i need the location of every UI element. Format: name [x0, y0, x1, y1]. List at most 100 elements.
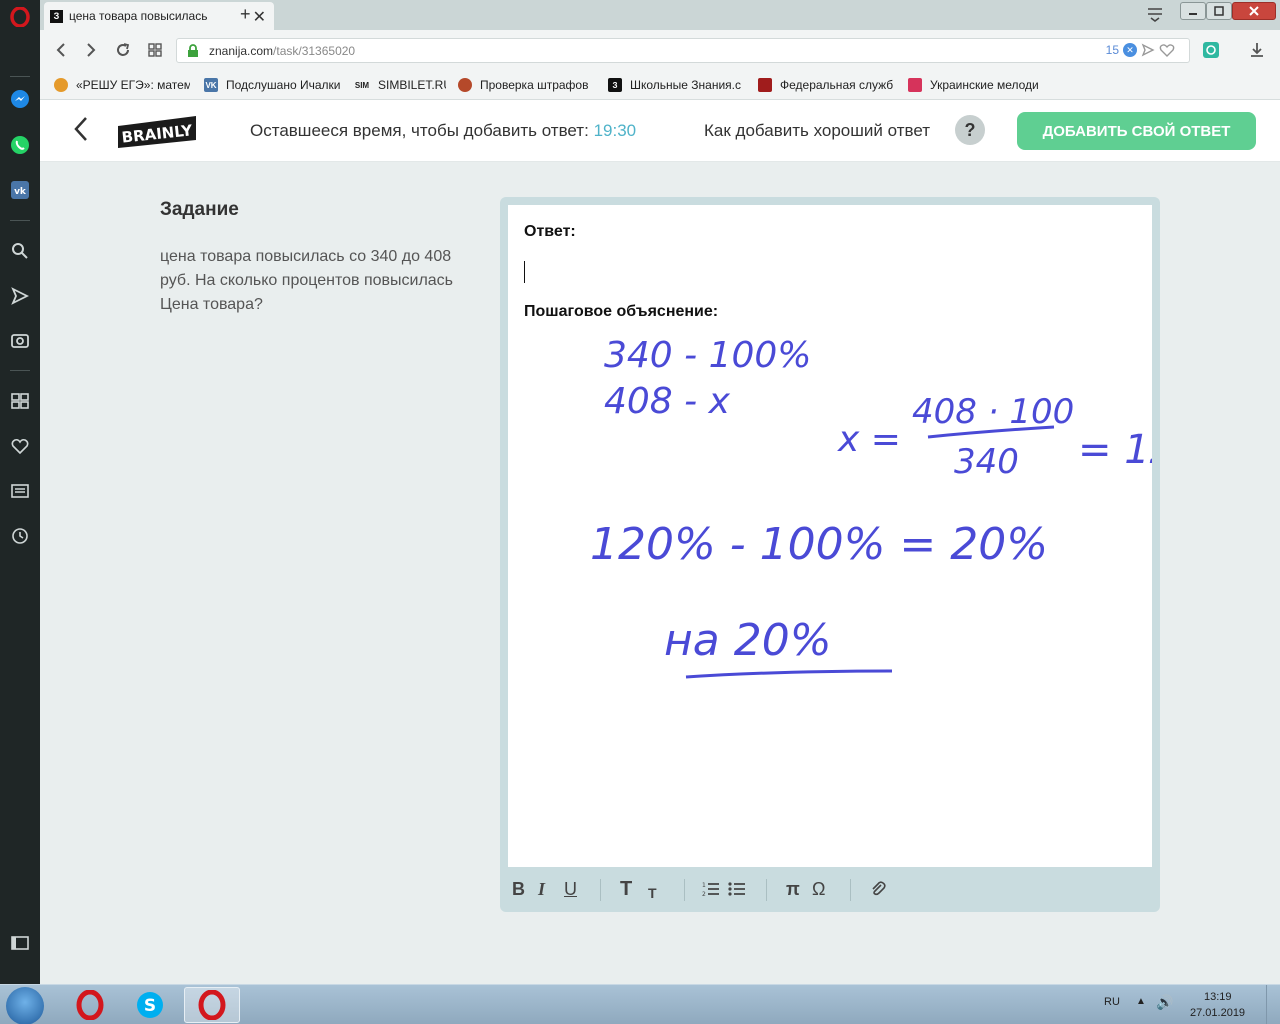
italic-button[interactable]: I [538, 878, 545, 900]
speed-dial-icon[interactable] [9, 390, 31, 412]
skype-taskbar-icon[interactable]: S [122, 987, 178, 1023]
timer-text: Оставшееся время, чтобы добавить ответ: … [250, 121, 636, 141]
clock-date[interactable]: 27.01.2019 [1190, 1007, 1245, 1019]
znanija-bookmark-icon: З [608, 78, 622, 92]
camera-icon[interactable] [9, 329, 31, 351]
bookmark-item[interactable]: З Школьные Знания.c [608, 76, 744, 94]
svg-text:2: 2 [702, 891, 706, 897]
back-arrow-icon[interactable] [74, 116, 88, 149]
history-icon[interactable] [9, 525, 31, 547]
brainly-header: BRAINLY Оставшееся время, чтобы добавить… [40, 100, 1280, 162]
handwritten-line4: 120% - 100% = 20% [590, 519, 1048, 570]
clock-time[interactable]: 13:19 [1204, 991, 1232, 1003]
url-domain: znanija.com [209, 43, 274, 58]
vpn-icon[interactable] [1200, 39, 1222, 61]
minimize-button[interactable] [1180, 2, 1206, 20]
bookmark-heart-icon[interactable] [1159, 43, 1175, 57]
tiles-icon[interactable] [144, 39, 166, 61]
opera-sidebar: vk [0, 0, 40, 984]
vk-icon[interactable]: vk [9, 179, 31, 201]
url-path: /task/31365020 [273, 43, 356, 58]
heart-icon[interactable] [9, 435, 31, 457]
tabs-menu-icon[interactable] [1146, 6, 1164, 27]
handwritten-solution: 340 - 100% 408 - x x = 408 · 100 340 = 1… [590, 335, 1152, 679]
opera-active-taskbar-icon[interactable] [184, 987, 240, 1023]
send-icon[interactable] [9, 285, 31, 307]
windows-taskbar: S RU ▲ 🔊 13:19 27.01.2019 [0, 984, 1280, 1024]
heading-large-button[interactable]: T [620, 878, 632, 900]
handwritten-result: = 120% [1078, 427, 1152, 473]
new-tab-button[interactable]: + [240, 4, 251, 25]
timer-label: Оставшееся время, чтобы добавить ответ: [250, 121, 589, 140]
whatsapp-icon[interactable] [9, 134, 31, 156]
handwritten-line5: на 20% [664, 615, 832, 666]
svg-text:S: S [144, 996, 156, 1016]
simbilet-icon: SIM [354, 80, 370, 90]
url-input[interactable]: znanija.com/task/31365020 15 ✕ [176, 38, 1190, 63]
underline-button[interactable]: U [564, 878, 577, 900]
tab-close-icon[interactable]: ✕ [253, 7, 266, 27]
adblock-icon[interactable]: ✕ [1123, 43, 1137, 57]
reshu-ege-icon [54, 78, 68, 92]
url-actions: 15 ✕ [1106, 43, 1175, 57]
sidebar-toggle-icon[interactable] [9, 932, 31, 954]
editor-toolbar: B I U T T 12 π Ω [500, 869, 1160, 909]
bookmark-item[interactable]: SIM SIMBILET.RU [354, 76, 446, 94]
bookmarks-bar: «РЕШУ ЕГЭ»: матема VK Подслушано Ичалки … [40, 70, 1280, 100]
znanija-favicon-icon: З [50, 9, 63, 23]
task-heading: Задание [160, 199, 239, 220]
search-icon[interactable] [9, 240, 31, 262]
bookmark-item[interactable]: Федеральная служб [758, 76, 894, 94]
bold-button[interactable]: B [512, 878, 525, 900]
heading-small-button[interactable]: T [648, 882, 657, 904]
numbered-list-icon[interactable]: 12 [702, 878, 720, 900]
volume-icon[interactable]: 🔊 [1156, 994, 1173, 1011]
howto-link[interactable]: Как добавить хороший ответ [704, 121, 930, 141]
svg-text:1: 1 [702, 882, 706, 889]
answer-editor: Ответ: Пошаговое объяснение: 340 - 100% … [500, 197, 1160, 912]
bookmark-item[interactable]: Проверка штрафов [458, 76, 592, 94]
opera-logo-icon[interactable] [9, 6, 31, 28]
opera-taskbar-icon[interactable] [62, 987, 118, 1023]
brainly-logo[interactable]: BRAINLY [116, 114, 198, 148]
tab-title: цена товара повысилась [69, 9, 208, 23]
forward-nav-icon[interactable] [80, 39, 102, 61]
tab-bar: З цена товара повысилась ✕ + [40, 0, 1280, 30]
back-nav-icon[interactable] [50, 39, 72, 61]
handwritten-x-eq: x = [837, 419, 901, 460]
bookmark-item[interactable]: «РЕШУ ЕГЭ»: матема [54, 76, 190, 94]
answer-underline [685, 669, 893, 679]
emblem-icon [458, 78, 472, 92]
tray-expand-icon[interactable]: ▲ [1136, 996, 1146, 1007]
share-icon[interactable] [1141, 43, 1155, 57]
omega-button[interactable]: Ω [812, 878, 825, 900]
reload-icon[interactable] [112, 39, 134, 61]
bookmark-item[interactable]: VK Подслушано Ичалки [204, 76, 344, 94]
attachment-icon[interactable] [870, 878, 886, 900]
melody-icon [908, 78, 922, 92]
language-indicator[interactable]: RU [1104, 996, 1120, 1008]
editor-content[interactable]: Ответ: Пошаговое объяснение: 340 - 100% … [508, 205, 1152, 867]
bullet-list-icon[interactable] [728, 878, 746, 900]
task-text: цена товара повысилась со 340 до 408 руб… [160, 248, 454, 313]
messenger-icon[interactable] [9, 88, 31, 110]
pi-button[interactable]: π [786, 878, 800, 900]
add-answer-button[interactable]: ДОБАВИТЬ СВОЙ ОТВЕТ [1017, 112, 1256, 150]
handwritten-denominator: 340 [954, 442, 1019, 482]
news-icon[interactable] [9, 480, 31, 502]
window-close-button[interactable] [1232, 2, 1276, 20]
restore-button[interactable] [1206, 2, 1232, 20]
help-button[interactable]: ? [955, 115, 985, 145]
badge-count: 15 [1105, 43, 1119, 57]
svg-text:vk: vk [14, 187, 27, 197]
download-icon[interactable] [1246, 39, 1268, 61]
address-bar: znanija.com/task/31365020 15 ✕ [40, 30, 1280, 70]
fns-icon [758, 78, 772, 92]
start-button[interactable] [6, 987, 44, 1024]
bookmark-item[interactable]: Украинские мелоди [908, 76, 1044, 94]
handwritten-line2: 408 - x [604, 381, 731, 422]
vk-bookmark-icon: VK [204, 78, 218, 92]
lock-icon [188, 43, 198, 57]
show-desktop-button[interactable] [1266, 985, 1280, 1024]
timer-value: 19:30 [593, 121, 637, 140]
